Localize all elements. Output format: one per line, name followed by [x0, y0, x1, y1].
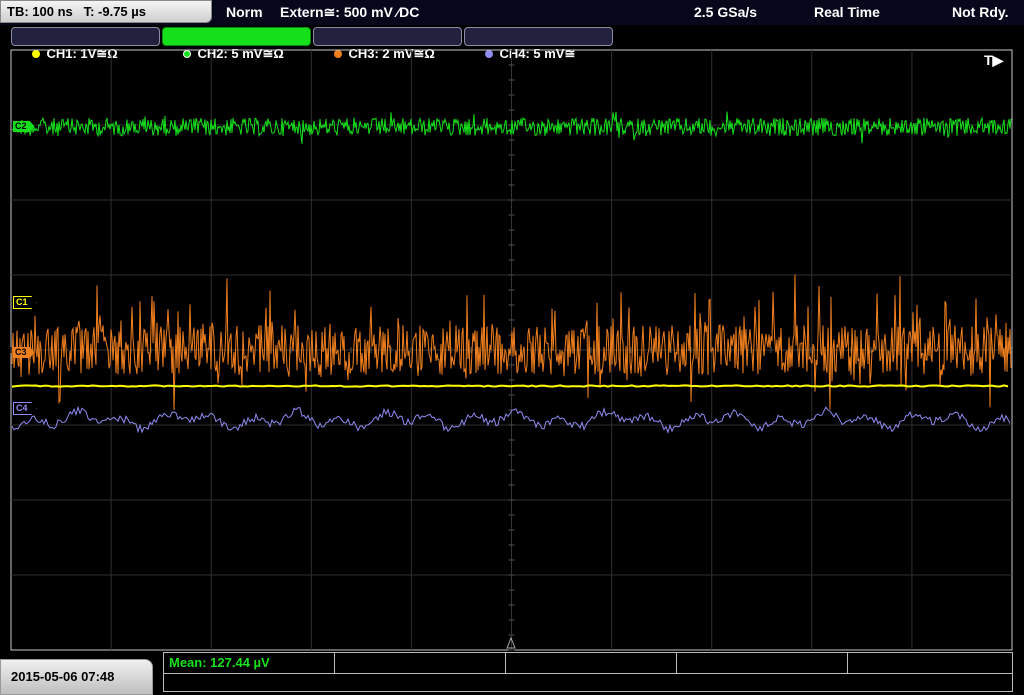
- measurement-table: Mean: 127.44 µV: [163, 652, 1013, 692]
- ready-status: Not Rdy.: [952, 4, 1009, 20]
- channel-tab-ch3[interactable]: CH3: 2 mV≅Ω: [313, 27, 462, 61]
- measurement-cell[interactable]: [506, 653, 677, 673]
- waveform-display[interactable]: [0, 48, 1024, 652]
- channel-tab-ch2[interactable]: CH2: 5 mV≅Ω: [162, 27, 311, 61]
- ch1-waveform: [11, 384, 1009, 388]
- status-bar: TB: 100 ns T: -9.75 µs Norm Extern≅: 500…: [0, 0, 1024, 25]
- sample-rate: 2.5 GSa/s: [694, 4, 758, 20]
- measurement-cell[interactable]: Mean: 127.44 µV: [164, 653, 335, 673]
- trigger-setting[interactable]: Extern≅: 500 mV ⁄DC: [280, 0, 419, 24]
- measurement-cell[interactable]: [335, 653, 506, 673]
- channel-tabs: CH1: 1V≅Ω CH2: 5 mV≅Ω CH3: 2 mV≅Ω CH4: 5…: [0, 25, 1024, 61]
- measurement-cell[interactable]: [677, 653, 848, 673]
- acquisition-mode[interactable]: Norm: [226, 0, 263, 24]
- mean-measurement: Mean: 127.44 µV: [169, 655, 270, 670]
- timebase-readout[interactable]: TB: 100 ns T: -9.75 µs: [0, 0, 212, 23]
- acquisition-type: Real Time: [814, 4, 880, 20]
- bottom-bar: 2015-05-06 07:48 Mean: 127.44 µV: [0, 652, 1024, 695]
- trigger-position-indicator: T▶: [984, 52, 1004, 68]
- table-divider: [164, 673, 1012, 674]
- channel-tab-ch4[interactable]: CH4: 5 mV≅: [464, 27, 613, 61]
- date-time: 2015-05-06 07:48: [0, 659, 153, 695]
- channel-tab-ch1[interactable]: CH1: 1V≅Ω: [11, 27, 160, 61]
